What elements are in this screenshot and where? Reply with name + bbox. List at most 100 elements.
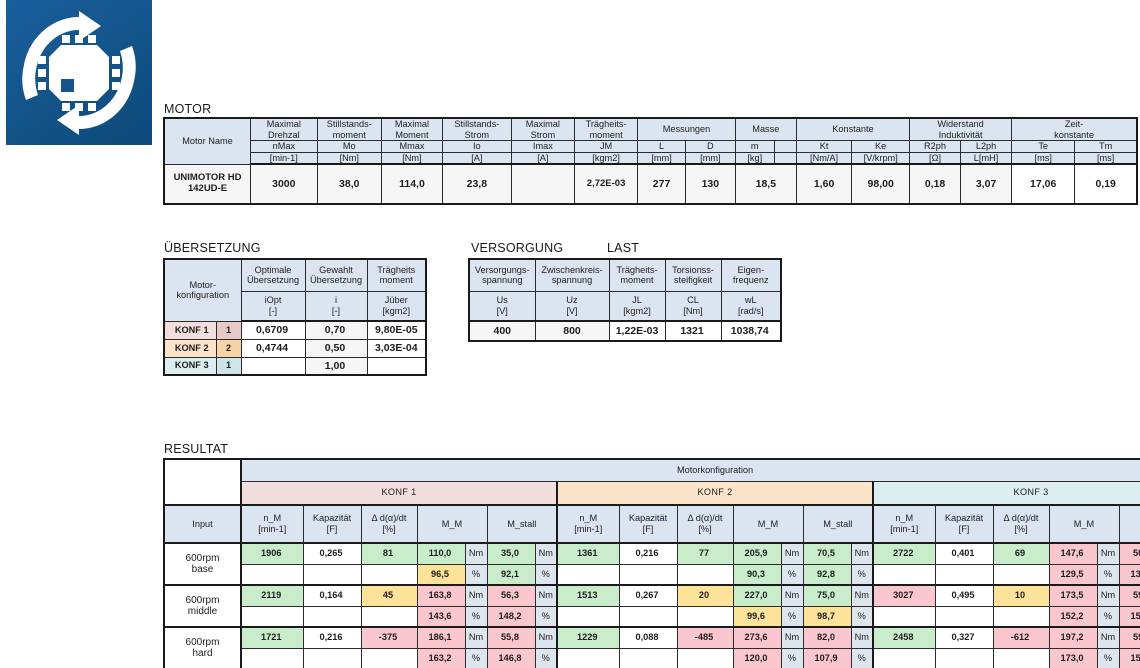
res-konf3-mm-pct-unit-1: % (1096, 605, 1120, 628)
ue-header-optimale: Optimale Übersetzung (240, 258, 306, 292)
res-konf1-mstall-pct-unit-2: % (534, 647, 558, 668)
res-input-1: 600rpm middle (163, 584, 242, 628)
res-konf3-nm-1: 3027 (872, 584, 936, 607)
res-konf1-mstall-pct-unit-1: % (534, 605, 558, 628)
res-konf3-mstall-pct-2: 155,7 (1118, 647, 1140, 668)
res-konf1-mm-1: 163,8 (416, 584, 466, 607)
res-konf2-dadt-blank-2 (676, 647, 734, 668)
vl-symbol-wl: wL [rad/s] (720, 290, 782, 322)
uebersetzung-table: Motor- konfiguration Optimale Übersetzun… (163, 258, 428, 376)
symbol-mo: Mo (316, 140, 382, 153)
res-konf1-dadt-0: 81 (360, 542, 418, 565)
motor-unit-row: [min-1] [Nm] [Nm] [A] [A] [kgm2] [mm] [m… (164, 151, 1138, 166)
vl-data-row: 400 800 1,22E-03 1321 1038,74 (468, 320, 782, 342)
res-k3-header-nm: n_M [min-1] (872, 504, 936, 544)
res-konf3-mstall-1: 59,6 (1118, 584, 1140, 607)
res-konf2-mstall-unit-1: Nm (850, 584, 874, 607)
res-konf1-nm-2: 1721 (240, 626, 304, 649)
res-konf2-kap-2: 0,088 (618, 626, 678, 649)
res-konf2-mstall-pct-0: 92,8 (802, 563, 852, 586)
cell-tm: 0,19 (1074, 163, 1138, 205)
ue-konf3-num: 1 (215, 356, 242, 376)
unit-mmax: [Nm] (380, 151, 443, 166)
ue-konf1-label: KONF 1 (163, 320, 217, 340)
unit-l2ph: L[mH] (960, 151, 1013, 166)
res-konf2-dadt-1: 20 (676, 584, 734, 607)
res-konf2-nm-1: 1513 (556, 584, 620, 607)
header-max-strom: Maximal Strom (510, 117, 575, 142)
res-k3-header-kapazitaet: Kapazität [F] (934, 504, 994, 544)
unit-jm: [kgm2] (573, 151, 639, 166)
res-konf3-mstall-pct-0: 133,4 (1118, 563, 1140, 586)
res-konf2-kap-blank-2 (618, 647, 678, 668)
res-konf1-mstall-pct-unit-0: % (534, 563, 558, 586)
vl-cell-uz: 800 (534, 320, 610, 342)
ue-symbol-iopt: iOpt [-] (240, 290, 306, 322)
table-row: 96,5%92,1%90,3%92,8%129,5%133,4% (164, 563, 1140, 586)
res-band-spacer (164, 459, 241, 481)
res-konf2-mm-0: 205,9 (732, 542, 782, 565)
res-konf2-dadt-0: 77 (676, 542, 734, 565)
res-konf2-mm-pct-2: 120,0 (732, 647, 782, 668)
header-zeitkonstante: Zeit- konstante (1011, 117, 1138, 142)
cell-nmax: 3000 (250, 163, 318, 205)
res-konf1-kap-2: 0,216 (302, 626, 362, 649)
res-input-0: 600rpm base (163, 542, 242, 586)
ue-konf1-jueber: 9,80E-05 (366, 320, 427, 340)
ue-konf1-num: 1 (215, 320, 242, 340)
symbol-ke: Ke (851, 140, 911, 153)
resultat-section-title: RESULTAT (164, 442, 229, 456)
res-k2-header-kapazitaet: Kapazität [F] (618, 504, 678, 544)
header-masse: Masse (734, 117, 797, 142)
unit-masse-spacer (773, 151, 797, 166)
res-konf2-mm-pct-0: 90,3 (732, 563, 782, 586)
res-konf3-label: KONF 3 (872, 480, 1140, 506)
res-konf2-mm-pct-unit-1: % (780, 605, 804, 628)
res-konf1-mstall-pct-0: 92,1 (486, 563, 536, 586)
res-konf3-dadt-1: 10 (992, 584, 1050, 607)
res-konf2-nm-0: 1361 (556, 542, 620, 565)
ue-konf2-num: 2 (215, 338, 242, 358)
vl-cell-us: 400 (468, 320, 536, 342)
res-konf2-mstall-pct-unit-1: % (850, 605, 874, 628)
res-konf2-mstall-2: 82,0 (802, 626, 852, 649)
res-konf3-kap-1: 0,495 (934, 584, 994, 607)
res-header-input: Input (163, 504, 242, 544)
symbol-m: m (734, 140, 775, 153)
cell-l2ph: 3,07 (960, 163, 1013, 205)
res-konf2-kap-0: 0,216 (618, 542, 678, 565)
unit-imax: [A] (510, 151, 575, 166)
page-root: MOTOR Motor Name Maximal Drehzal Stillst… (0, 0, 1140, 668)
res-konf1-mm-pct-1: 143,6 (416, 605, 466, 628)
unit-io: [A] (441, 151, 512, 166)
res-konf3-dadt-2: -612 (992, 626, 1050, 649)
motor-data-row: UNIMOTOR HD 142UD-E 3000 38,0 114,0 23,8… (163, 163, 1138, 205)
res-konf3-mm-2: 197,2 (1048, 626, 1098, 649)
res-konf3-nm-blank-2 (872, 647, 936, 668)
unit-m: [kg] (734, 151, 775, 166)
res-k2-header-mstall: M_stall (802, 504, 874, 544)
res-input-line2: middle (187, 606, 218, 617)
symbol-l2ph: L2ph (960, 140, 1013, 153)
res-konf3-mm-pct-1: 152,2 (1048, 605, 1098, 628)
res-konf3-kap-0: 0,401 (934, 542, 994, 565)
res-konf1-nm-blank-2 (240, 647, 304, 668)
res-konf3-nm-blank-0 (872, 563, 936, 586)
table-row: KONF 1 1 0,6709 0,70 9,80E-05 (163, 320, 427, 340)
symbol-masse-spacer (773, 140, 797, 153)
resultat-body: 600rpm base 1906 0,265 81 110,0 Nm 35,0 Nm 1361 0,… (163, 542, 1140, 668)
ue-konf1-i: 0,70 (304, 320, 368, 340)
cell-d: 130 (684, 163, 736, 205)
header-stillstandsstrom: Stillstands- Strom (441, 117, 512, 142)
res-konf3-mm-0: 147,6 (1048, 542, 1098, 565)
res-k2-header-dadt: Δ d(α)/dt [%] (676, 504, 734, 544)
versorgung-section-title: VERSORGUNG (471, 241, 564, 255)
res-k1-header-nm: n_M [min-1] (240, 504, 304, 544)
res-konf1-kap-blank-1 (302, 605, 362, 628)
res-konf2-mstall-0: 70,5 (802, 542, 852, 565)
table-row: 163,2%146,8%120,0%107,9%173,0%155,7% (164, 647, 1140, 668)
uebersetzung-section-title: ÜBERSETZUNG (164, 241, 261, 255)
res-konf1-dadt-blank-2 (360, 647, 418, 668)
res-konf1-mm-unit-0: Nm (464, 542, 488, 565)
vl-cell-cl: 1321 (664, 320, 722, 342)
